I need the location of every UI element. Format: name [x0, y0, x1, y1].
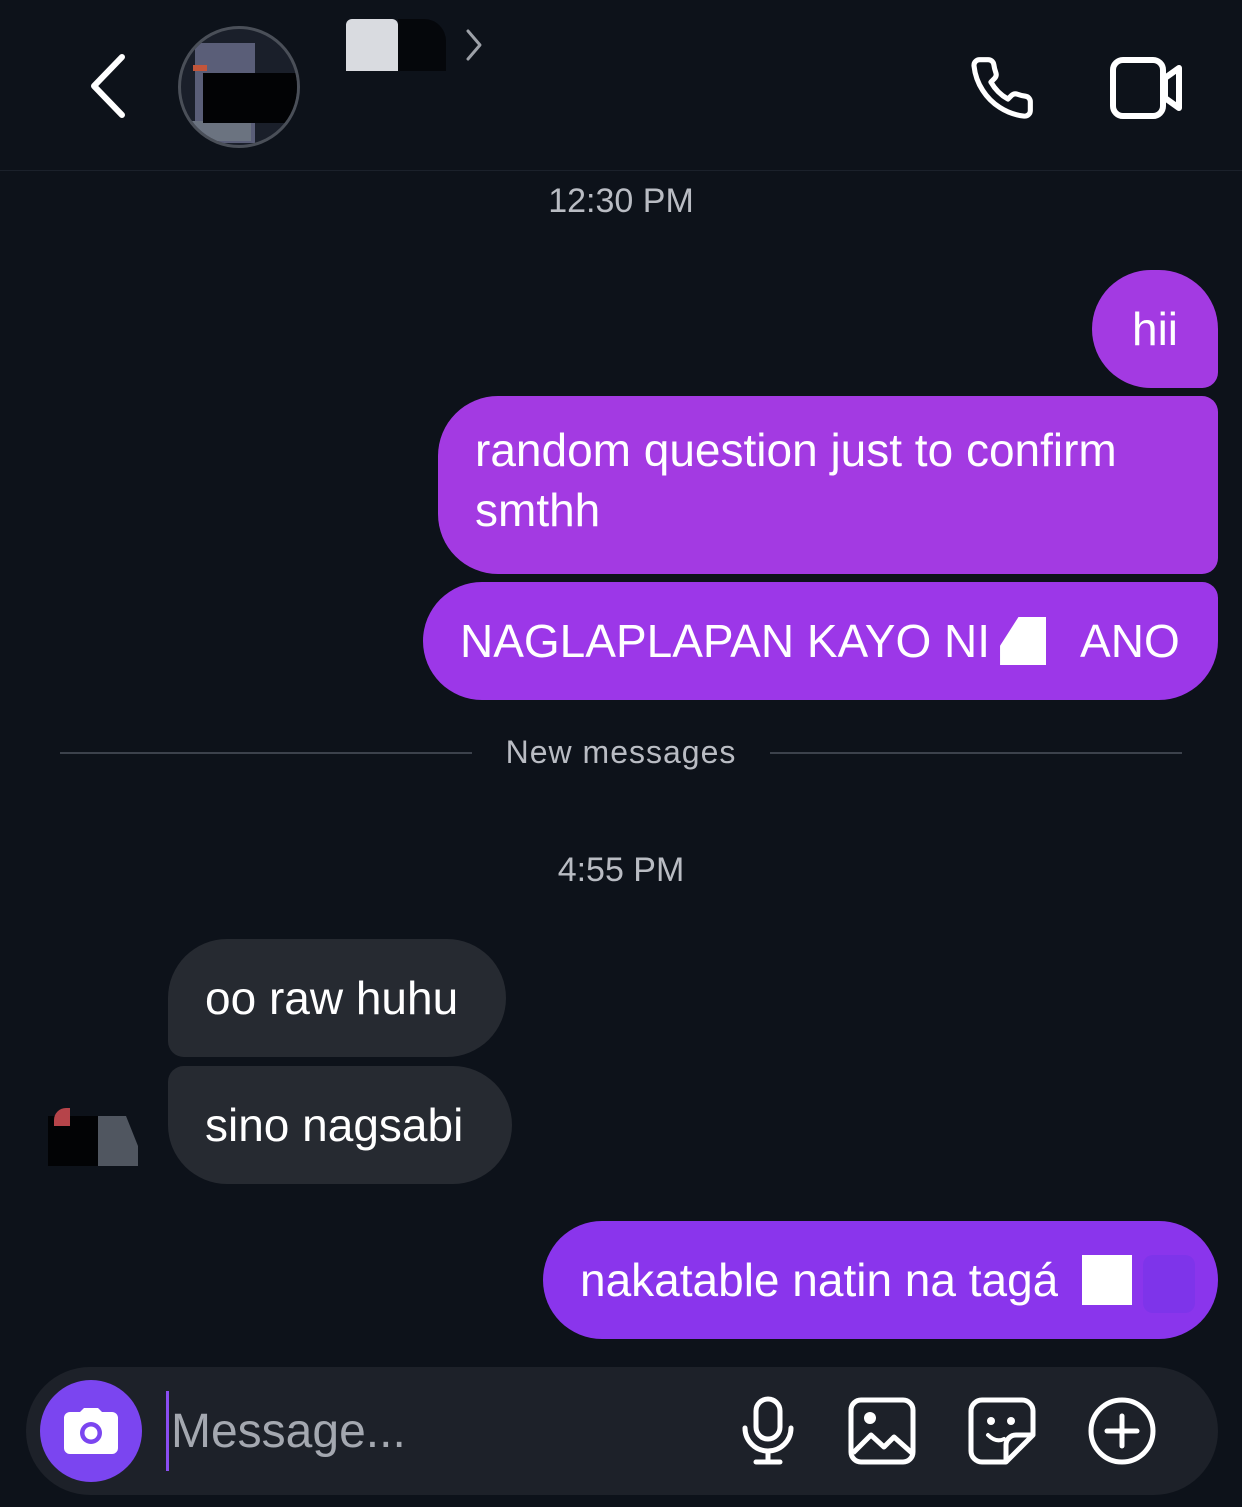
divider-line — [770, 752, 1182, 754]
gallery-button[interactable] — [842, 1391, 922, 1471]
message-text: hii — [1131, 303, 1179, 355]
phone-icon — [971, 57, 1033, 119]
chevron-right-icon — [466, 29, 482, 61]
camera-icon — [64, 1408, 118, 1454]
back-button[interactable] — [76, 48, 140, 124]
outgoing-message-bubble[interactable]: NAGLAPLAPAN KAYO NI ANO — [423, 582, 1218, 700]
incoming-message-bubble[interactable]: oo raw huhu — [168, 939, 506, 1057]
sticker-button[interactable] — [962, 1391, 1042, 1471]
message-text: nakatable natin na tagá — [580, 1254, 1059, 1306]
message-composer — [26, 1367, 1218, 1495]
message-text: random question just to confirm smthh — [475, 424, 1117, 536]
incoming-message-bubble[interactable]: sino nagsabi — [168, 1066, 512, 1184]
dm-screen: 12:30 PM hii random question just to con… — [0, 0, 1242, 1507]
message-input[interactable] — [166, 1391, 706, 1471]
redaction-block — [1000, 617, 1047, 665]
contact-name-redacted[interactable] — [346, 18, 484, 72]
chat-header — [0, 0, 1242, 171]
message-timestamp: 12:30 PM — [548, 182, 694, 220]
video-camera-icon — [1110, 57, 1182, 119]
voice-message-button[interactable] — [728, 1391, 808, 1471]
sticker-icon — [968, 1397, 1036, 1465]
sender-avatar[interactable] — [48, 1104, 138, 1166]
more-options-button[interactable] — [1082, 1391, 1162, 1471]
microphone-icon — [742, 1396, 794, 1465]
plus-circle-icon — [1088, 1397, 1156, 1465]
contact-avatar[interactable] — [178, 26, 300, 148]
redaction-block — [1082, 1255, 1133, 1305]
outgoing-message-bubble[interactable]: hii — [1092, 270, 1218, 388]
message-text-part: NAGLAPLAPAN KAYO NI — [460, 615, 991, 667]
redaction-block — [398, 19, 446, 71]
message-timestamp: 4:55 PM — [557, 851, 685, 889]
redaction-block — [1143, 1255, 1195, 1313]
divider-line — [60, 752, 472, 754]
chevron-left-icon — [91, 54, 125, 118]
video-call-button[interactable] — [1104, 52, 1190, 124]
camera-button[interactable] — [40, 1380, 142, 1482]
message-text: oo raw huhu — [205, 972, 459, 1024]
message-text: sino nagsabi — [205, 1099, 464, 1151]
new-messages-divider: New messages — [505, 734, 737, 770]
message-text-part: ANO — [1080, 615, 1180, 667]
image-gallery-icon — [848, 1397, 916, 1465]
redaction-block — [346, 19, 398, 71]
audio-call-button[interactable] — [962, 52, 1042, 124]
outgoing-message-bubble[interactable]: nakatable natin na tagá — [543, 1221, 1218, 1339]
outgoing-message-bubble[interactable]: random question just to confirm smthh — [438, 396, 1218, 574]
